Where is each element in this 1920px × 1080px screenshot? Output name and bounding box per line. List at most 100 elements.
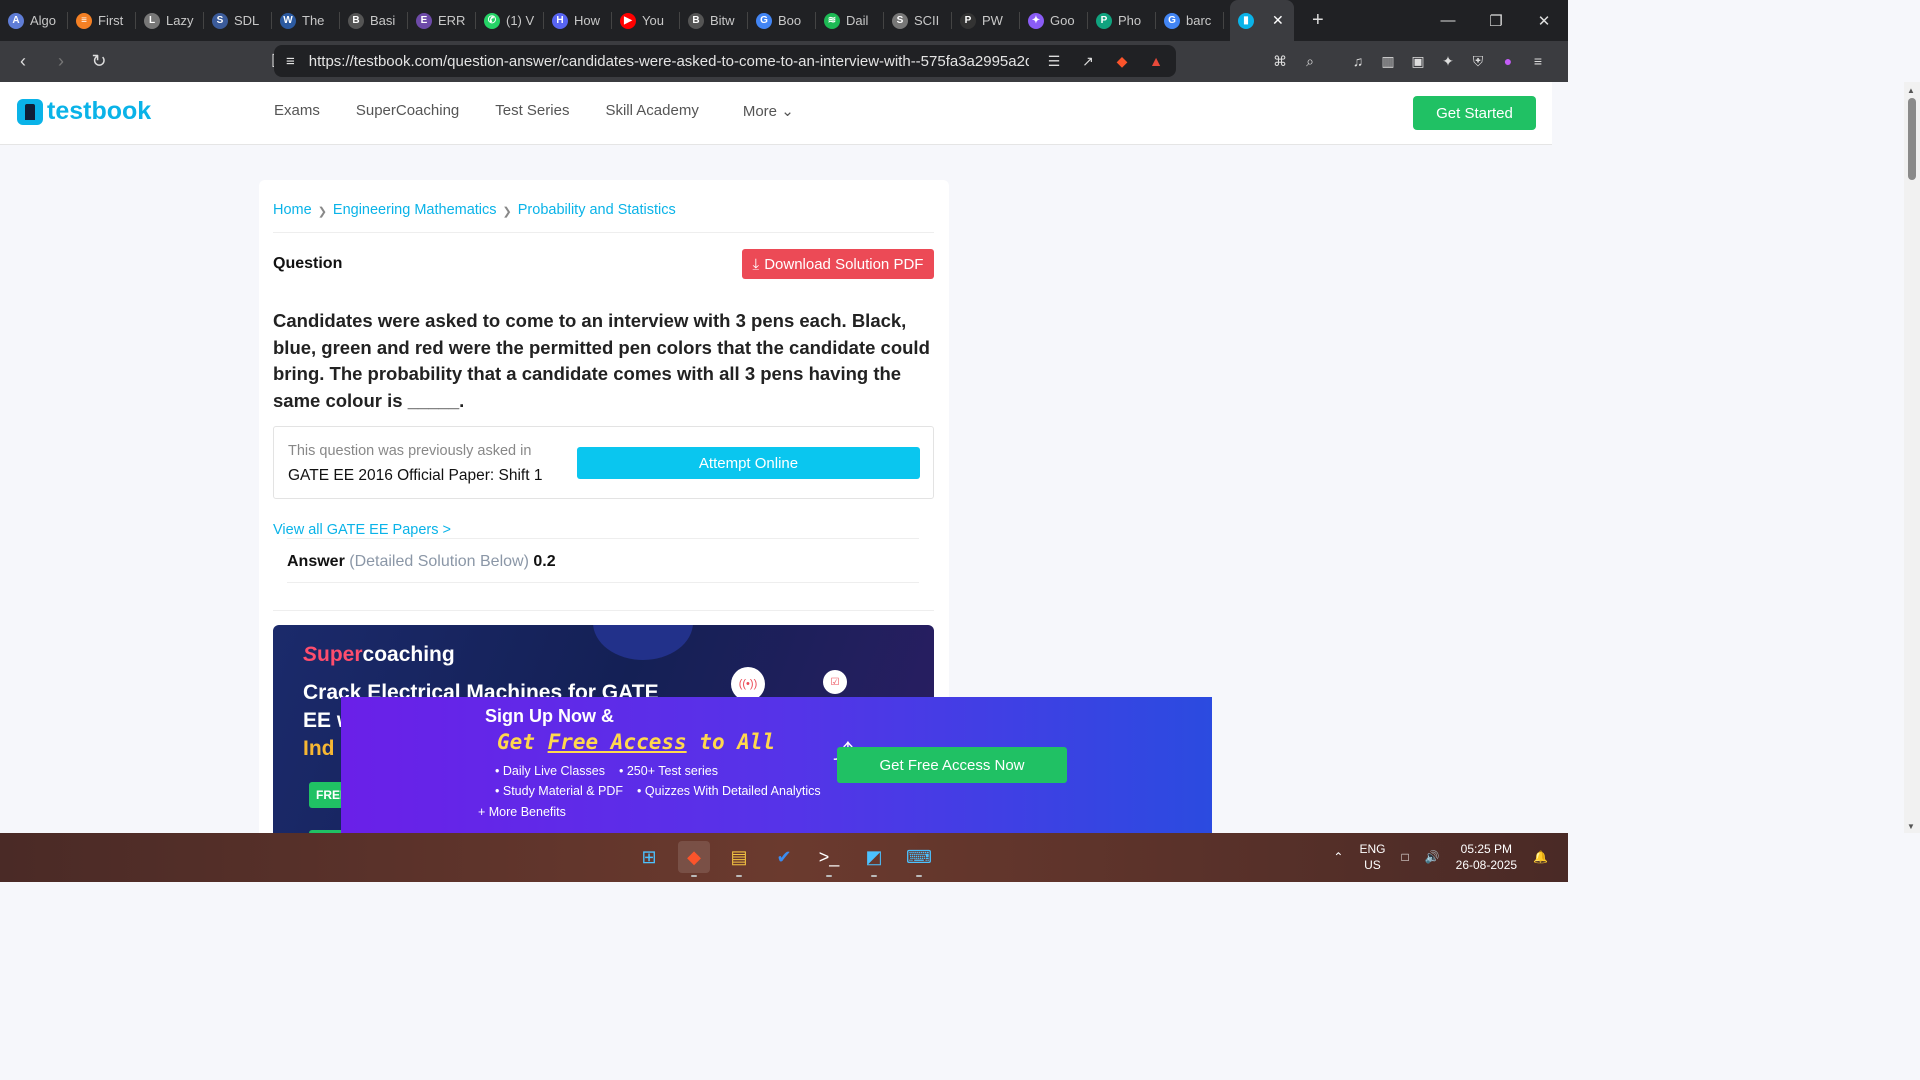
address-bar[interactable]: ≡ https://testbook.com/question-answer/c…	[274, 45, 1176, 77]
back-icon[interactable]: ‹	[8, 47, 38, 77]
benefit-item: Daily Live Classes	[495, 764, 605, 778]
supercoaching-logo: Supercoaching	[303, 643, 455, 667]
tab-title: Pho	[1118, 13, 1142, 28]
scrollbar-thumb[interactable]	[1908, 98, 1916, 180]
reader-mode-icon[interactable]: ☰	[1044, 51, 1064, 71]
brand-uper: uper	[317, 643, 363, 666]
browser-tab[interactable]: ▶ You	[612, 0, 680, 41]
nav-test-series[interactable]: Test Series	[495, 102, 569, 120]
site-settings-icon[interactable]: ≡	[286, 53, 295, 70]
brave-rewards-icon[interactable]: ▲	[1146, 51, 1166, 71]
tab-favicon-icon: W	[280, 12, 296, 29]
media-icon[interactable]: ♫	[1348, 51, 1368, 71]
active-tab[interactable]: ▮ ✕	[1230, 0, 1294, 41]
tab-title: Algo	[30, 13, 57, 28]
new-tab-icon[interactable]: +	[1312, 9, 1324, 32]
browser-tab[interactable]: ≡ First	[68, 0, 136, 41]
browser-tab[interactable]: S SCII	[884, 0, 952, 41]
signup-subtitle: Get Free Access to All	[497, 730, 775, 754]
restore-icon[interactable]: ❐	[1472, 0, 1520, 41]
nav-exams[interactable]: Exams	[274, 102, 320, 120]
list-item: Daily Live Classes 250+ Test series	[495, 764, 821, 778]
leo-ai-icon[interactable]: ✦	[1438, 51, 1458, 71]
language-indicator[interactable]: ENG US	[1359, 841, 1385, 873]
file-explorer-icon[interactable]: ▤	[723, 841, 755, 877]
browser-tab[interactable]: ✦ Goo	[1020, 0, 1088, 41]
previously-asked-label: This question was previously asked in	[288, 443, 532, 459]
tab-favicon-icon: ≡	[76, 12, 92, 29]
browser-tab[interactable]: S SDL	[204, 0, 272, 41]
breadcrumb-home[interactable]: Home	[273, 202, 312, 218]
browser-tab[interactable]: P Pho	[1088, 0, 1156, 41]
browser-tab[interactable]: W The	[272, 0, 340, 41]
testbook-logo-icon	[17, 98, 43, 125]
tab-title: How	[574, 13, 601, 28]
divider	[287, 538, 919, 539]
nav-skill-academy[interactable]: Skill Academy	[605, 102, 698, 120]
testbook-logo[interactable]: testbook	[17, 97, 151, 126]
nav-more[interactable]: More ⌄	[743, 102, 794, 120]
browser-tab[interactable]: Gbarc	[1156, 0, 1224, 41]
attempt-online-button[interactable]: Attempt Online	[577, 447, 920, 479]
vpn-icon[interactable]: ⛨	[1468, 51, 1488, 71]
extensions-icon[interactable]: ⌘	[1270, 51, 1290, 71]
tab-favicon-icon: L	[144, 12, 160, 29]
windows-start-icon[interactable]: ⊞	[633, 841, 665, 873]
scroll-up-icon[interactable]: ▲	[1907, 86, 1915, 95]
share-icon[interactable]: ↗	[1078, 51, 1098, 71]
view-all-papers-link[interactable]: View all GATE EE Papers >	[273, 522, 451, 538]
get-started-button[interactable]: Get Started	[1413, 96, 1536, 130]
get-free-access-button[interactable]: Get Free Access Now	[837, 747, 1067, 783]
page-scrollbar[interactable]: ▲ ▼	[1904, 82, 1920, 833]
download-solution-pdf-button[interactable]: ⤓ Download Solution PDF	[742, 249, 934, 279]
more-benefits-link[interactable]: + More Benefits	[478, 805, 566, 819]
tab-title: Bitw	[710, 13, 735, 28]
photos-icon[interactable]: ◩	[858, 841, 890, 877]
todo-icon[interactable]: ✔	[768, 841, 800, 873]
volume-icon[interactable]: 🔊	[1425, 850, 1440, 864]
breadcrumb-engineering-mathematics[interactable]: Engineering Mathematics	[333, 202, 497, 218]
keyboard-icon[interactable]: ⌨	[903, 841, 935, 877]
close-window-icon[interactable]: ✕	[1520, 0, 1568, 41]
tab-favicon-icon: ✆	[484, 12, 500, 29]
notification-bell-icon[interactable]: 🔔	[1533, 850, 1548, 864]
browser-tab[interactable]: B Basi	[340, 0, 408, 41]
tab-title: barc	[1186, 13, 1212, 28]
search-tabs-icon[interactable]: ⌕	[1300, 51, 1320, 71]
browser-tab[interactable]: ✆ (1) V	[476, 0, 544, 41]
sidebar-icon[interactable]: ▥	[1378, 51, 1398, 71]
browser-tab[interactable]: P PW	[952, 0, 1020, 41]
tab-title: SCII	[914, 13, 940, 28]
brave-browser-icon[interactable]: ◆	[678, 841, 710, 877]
divider	[273, 232, 934, 233]
terminal-icon[interactable]: >_	[813, 841, 845, 877]
browser-tab[interactable]: B Bitw	[680, 0, 748, 41]
chevron-up-icon[interactable]: ⌃	[1333, 850, 1343, 864]
browser-tab[interactable]: L Lazy	[136, 0, 204, 41]
browser-tab[interactable]: A Algo	[0, 0, 68, 41]
benefit-item: Quizzes With Detailed Analytics	[637, 784, 821, 798]
url-text[interactable]: https://testbook.com/question-answer/can…	[309, 53, 1029, 70]
network-icon[interactable]: □	[1401, 850, 1408, 864]
wallet-icon[interactable]: ▣	[1408, 51, 1428, 71]
breadcrumb-probability-statistics[interactable]: Probability and Statistics	[518, 202, 676, 218]
lang-region: US	[1364, 858, 1381, 872]
browser-tab[interactable]: G Boo	[748, 0, 816, 41]
tab-favicon-icon: G	[756, 12, 772, 29]
minimize-icon[interactable]: ―	[1424, 0, 1472, 41]
browser-tab[interactable]: ≋ Dail	[816, 0, 884, 41]
nav-supercoaching[interactable]: SuperCoaching	[356, 102, 459, 120]
reload-icon[interactable]: ↻	[84, 47, 114, 77]
clock[interactable]: 05:25 PM 26-08-2025	[1456, 841, 1517, 873]
signup-sub-2: Free Access	[547, 730, 687, 754]
brave-shields-icon[interactable]: ◆	[1112, 51, 1132, 71]
scroll-down-icon[interactable]: ▼	[1907, 822, 1915, 831]
previous-paper-box: This question was previously asked in GA…	[273, 426, 934, 499]
close-tab-icon[interactable]: ✕	[1272, 12, 1284, 29]
forward-icon[interactable]: ›	[46, 47, 76, 77]
browser-tab[interactable]: E ERR	[408, 0, 476, 41]
menu-icon[interactable]: ≡	[1528, 51, 1548, 71]
profile-avatar[interactable]: ●	[1498, 51, 1518, 71]
browser-tab[interactable]: H How	[544, 0, 612, 41]
tab-title: Dail	[846, 13, 869, 28]
